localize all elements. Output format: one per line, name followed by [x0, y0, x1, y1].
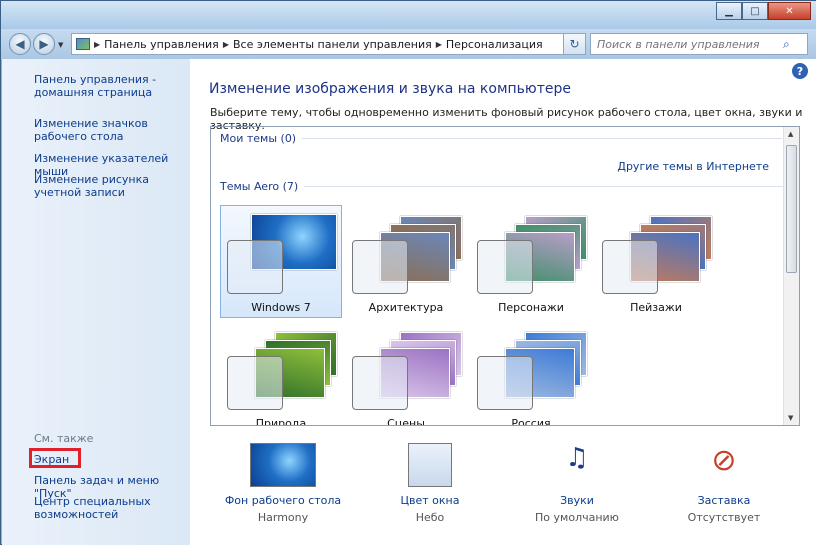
navigation-bar: ◀ ▶ ▼ ▶ Панель управления ▶ Все элементы… [1, 29, 816, 59]
search-box: ⌕ [590, 33, 808, 55]
aero-themes-heading: Темы Aero (7) [220, 180, 299, 193]
window-color-swatch [477, 356, 533, 410]
themes-scrollbar[interactable]: ▲ ▼ [783, 127, 799, 425]
theme-item[interactable]: Персонажи [470, 205, 592, 318]
group-divider [302, 138, 783, 139]
breadcrumb-chevron-icon: ▶ [222, 39, 229, 49]
window-color-swatch [477, 240, 533, 294]
refresh-button[interactable]: ↻ [563, 33, 586, 55]
window-color-swatch [352, 240, 408, 294]
breadcrumb-item[interactable]: Все элементы панели управления [233, 38, 432, 51]
window-color-swatch [602, 240, 658, 294]
theme-item[interactable]: Россия [470, 321, 592, 426]
setting-item[interactable]: Цвет окна Небо [370, 443, 490, 524]
scroll-up-icon[interactable]: ▲ [788, 130, 793, 138]
theme-item[interactable]: Архитектура [345, 205, 467, 318]
setting-value: Harmony [257, 511, 309, 524]
back-button[interactable]: ◀ [9, 33, 31, 55]
more-themes-link[interactable]: Другие темы в Интернете [617, 160, 769, 173]
search-input[interactable] [591, 37, 779, 51]
theme-label: Сцены [387, 417, 425, 426]
minimize-button[interactable]: ▁ [716, 2, 742, 20]
refresh-icon: ↻ [569, 37, 580, 51]
caption-buttons: ▁ □ ✕ [716, 2, 811, 20]
theme-label: Windows 7 [251, 301, 311, 314]
setting-link[interactable]: Цвет окна [370, 494, 490, 507]
scroll-down-icon[interactable]: ▼ [788, 414, 793, 422]
setting-item[interactable]: ⊘ Заставка Отсутствует [664, 443, 784, 524]
address-bar[interactable]: ▶ Панель управления ▶ Все элементы панел… [71, 33, 586, 55]
breadcrumb-chevron-icon: ▶ [94, 39, 101, 49]
scrollbar-thumb[interactable] [786, 145, 797, 273]
breadcrumb-chevron-icon: ▶ [435, 39, 442, 49]
group-divider [304, 186, 785, 187]
recent-pages-icon[interactable]: ▼ [58, 41, 63, 49]
theme-label: Персонажи [498, 301, 564, 314]
window-color-swatch [227, 356, 283, 410]
theme-item[interactable]: Сцены [345, 321, 467, 426]
my-themes-heading: Мои темы (0) [220, 132, 297, 145]
change-account-picture-link[interactable]: Изменение рисунка учетной записи [34, 173, 182, 199]
theme-item[interactable]: Природа [220, 321, 342, 426]
forward-arrow-icon: ▶ [39, 37, 49, 51]
setting-item[interactable]: ♫ Звуки По умолчанию [517, 443, 637, 524]
my-themes-group: Мои темы (0) [220, 132, 783, 145]
breadcrumb-item[interactable]: Панель управления [104, 38, 219, 51]
page-title: Изменение изображения и звука на компьют… [209, 81, 571, 97]
ease-of-access-link[interactable]: Центр специальных возможностей [34, 495, 174, 521]
help-icon[interactable]: ? [792, 63, 808, 79]
sounds-icon: ♫ [565, 443, 589, 473]
window-color-swatch [352, 356, 408, 410]
theme-label: Природа [255, 417, 307, 426]
breadcrumb-item[interactable]: Персонализация [446, 38, 543, 51]
main-content: ? Изменение изображения и звука на компь… [190, 59, 816, 545]
display-link[interactable]: Экран [34, 453, 69, 466]
setting-value: Отсутствует [687, 511, 761, 524]
themes-list[interactable]: Мои темы (0) Другие темы в Интернете Тем… [210, 126, 800, 426]
close-button[interactable]: ✕ [768, 2, 811, 20]
control-panel-window: ▁ □ ✕ ◀ ▶ ▼ ▶ Панель управления ▶ Все эл… [0, 0, 816, 545]
forward-button[interactable]: ▶ [33, 33, 55, 55]
back-arrow-icon: ◀ [15, 37, 25, 51]
theme-label: Архитектура [368, 301, 444, 314]
aero-themes-group: Темы Aero (7) [220, 180, 785, 193]
desktop-background-icon [250, 443, 316, 487]
search-icon[interactable]: ⌕ [783, 37, 790, 52]
setting-link[interactable]: Звуки [517, 494, 637, 507]
change-desktop-icons-link[interactable]: Изменение значков рабочего стола [34, 117, 186, 143]
setting-value: По умолчанию [535, 511, 619, 524]
setting-link[interactable]: Заставка [664, 494, 784, 507]
left-pane: Панель управления - домашняя страница Из… [2, 59, 190, 545]
screensaver-icon: ⊘ [711, 443, 737, 478]
window-color-swatch [227, 240, 283, 294]
setting-item[interactable]: Фон рабочего стола Harmony [223, 443, 343, 524]
theme-label: Россия [511, 417, 551, 426]
maximize-button[interactable]: □ [742, 2, 768, 20]
control-panel-home-link[interactable]: Панель управления - домашняя страница [34, 73, 182, 99]
control-panel-icon [76, 38, 90, 50]
setting-link[interactable]: Фон рабочего стола [223, 494, 343, 507]
see-also-heading: См. также [34, 432, 94, 445]
theme-item[interactable]: Windows 7 [220, 205, 342, 318]
window-color-icon [408, 443, 452, 487]
setting-value: Небо [415, 511, 445, 524]
title-bar[interactable]: ▁ □ ✕ [1, 1, 816, 29]
theme-item[interactable]: Пейзажи [595, 205, 717, 318]
theme-label: Пейзажи [630, 301, 682, 314]
